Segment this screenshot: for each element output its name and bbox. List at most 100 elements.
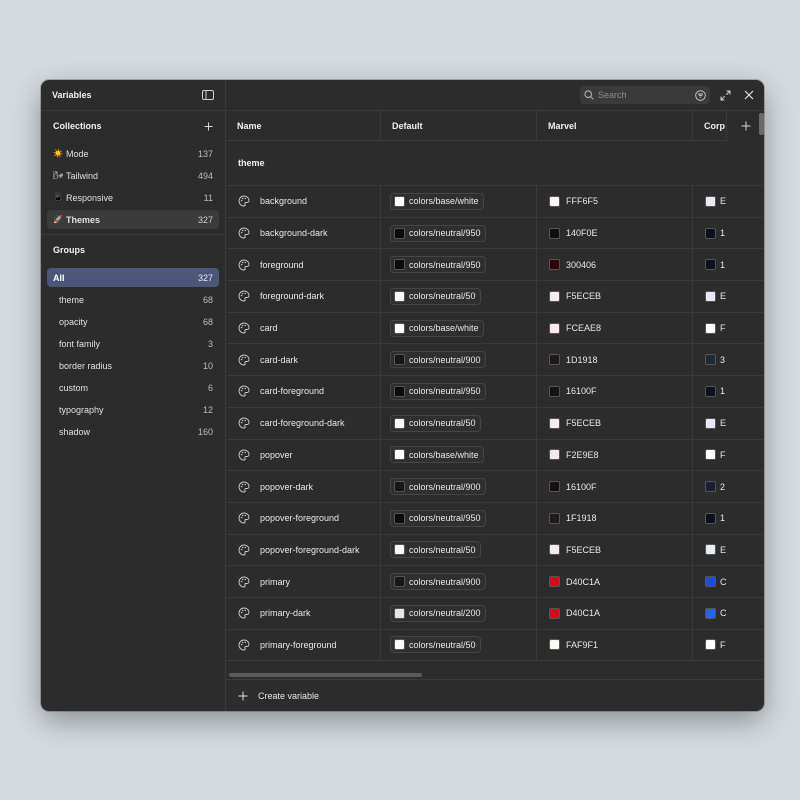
alias-pill[interactable]: colors/neutral/900 — [390, 478, 486, 496]
corp-value-cell[interactable]: F — [693, 440, 764, 471]
marvel-value-cell[interactable]: F2E9E8 — [537, 439, 693, 471]
variable-name-cell[interactable]: popover — [226, 439, 381, 471]
table-row[interactable]: primary-dark colors/neutral/200 D40C1A C — [226, 597, 764, 630]
corp-value-cell[interactable]: 1 — [693, 503, 764, 534]
variable-name-cell[interactable]: card — [226, 312, 381, 344]
corp-value-cell[interactable]: E — [693, 186, 764, 217]
horizontal-scrollbar[interactable] — [229, 673, 422, 677]
variable-name-cell[interactable]: background-dark — [226, 217, 381, 249]
table-row[interactable]: primary colors/neutral/900 D40C1A C — [226, 566, 764, 598]
alias-pill[interactable]: colors/neutral/900 — [390, 573, 486, 591]
expand-icon[interactable] — [716, 86, 734, 104]
default-value-cell[interactable]: colors/neutral/50 — [381, 407, 537, 439]
alias-pill[interactable]: colors/neutral/50 — [390, 414, 481, 432]
variable-name-cell[interactable]: card-foreground — [226, 376, 381, 407]
marvel-value-cell[interactable]: 300406 — [537, 249, 693, 281]
default-value-cell[interactable]: colors/neutral/900 — [381, 344, 537, 376]
column-header-name[interactable]: Name — [226, 111, 381, 140]
variable-name-cell[interactable]: primary-foreground — [226, 629, 381, 661]
group-item-border-radius[interactable]: border radius 10 — [47, 356, 219, 375]
marvel-value-cell[interactable]: 16100F — [537, 471, 693, 502]
alias-pill[interactable]: colors/base/white — [390, 446, 484, 464]
group-item-custom[interactable]: custom 6 — [47, 378, 219, 397]
corp-value-cell[interactable]: C — [693, 566, 764, 597]
alias-pill[interactable]: colors/base/white — [390, 319, 484, 337]
marvel-value-cell[interactable]: 140F0E — [537, 217, 693, 249]
corp-value-cell[interactable]: E — [693, 281, 764, 312]
default-value-cell[interactable]: colors/neutral/900 — [381, 566, 537, 597]
corp-value-cell[interactable]: E — [693, 408, 764, 439]
alias-pill[interactable]: colors/neutral/950 — [390, 224, 486, 242]
variable-name-cell[interactable]: primary — [226, 566, 381, 597]
corp-value-cell[interactable]: F — [693, 313, 764, 344]
marvel-value-cell[interactable]: D40C1A — [537, 597, 693, 629]
close-icon[interactable] — [740, 86, 758, 104]
corp-value-cell[interactable]: F — [693, 630, 764, 661]
default-value-cell[interactable]: colors/base/white — [381, 186, 537, 217]
marvel-value-cell[interactable]: FAF9F1 — [537, 629, 693, 661]
variable-name-cell[interactable]: popover-foreground-dark — [226, 534, 381, 566]
corp-value-cell[interactable]: 1 — [693, 376, 764, 407]
alias-pill[interactable]: colors/neutral/200 — [390, 604, 486, 622]
search-input[interactable]: Search — [580, 86, 710, 104]
table-row[interactable]: card-foreground colors/neutral/950 16100F 1 — [226, 376, 764, 408]
marvel-value-cell[interactable]: 1F1918 — [537, 502, 693, 534]
alias-pill[interactable]: colors/neutral/950 — [390, 509, 486, 527]
collection-item-mode[interactable]: ☀️ Mode 137 — [47, 144, 219, 163]
marvel-value-cell[interactable]: FCEAE8 — [537, 312, 693, 344]
marvel-value-cell[interactable]: D40C1A — [537, 566, 693, 597]
variable-name-cell[interactable]: popover-foreground — [226, 502, 381, 534]
table-row[interactable]: foreground-dark colors/neutral/50 F5ECEB E — [226, 281, 764, 313]
variable-name-cell[interactable]: card-dark — [226, 344, 381, 376]
group-item-all[interactable]: All 327 — [47, 268, 219, 287]
corp-value-cell[interactable]: E — [693, 535, 764, 566]
default-value-cell[interactable]: colors/neutral/950 — [381, 376, 537, 407]
default-value-cell[interactable]: colors/neutral/950 — [381, 502, 537, 534]
table-row[interactable]: card-dark colors/neutral/900 1D1918 3 — [226, 344, 764, 377]
marvel-value-cell[interactable]: F5ECEB — [537, 407, 693, 439]
column-header-default[interactable]: Default — [381, 111, 537, 140]
variable-name-cell[interactable]: primary-dark — [226, 597, 381, 629]
default-value-cell[interactable]: colors/neutral/950 — [381, 217, 537, 249]
alias-pill[interactable]: colors/neutral/950 — [390, 382, 486, 400]
default-value-cell[interactable]: colors/neutral/50 — [381, 629, 537, 661]
table-row[interactable]: primary-foreground colors/neutral/50 FAF9F… — [226, 629, 764, 662]
group-item-typography[interactable]: typography 12 — [47, 400, 219, 419]
collection-item-responsive[interactable]: 📱 Responsive 11 — [47, 188, 219, 207]
marvel-value-cell[interactable]: F5ECEB — [537, 281, 693, 312]
group-item-theme[interactable]: theme 68 — [47, 290, 219, 309]
filter-icon[interactable] — [695, 89, 706, 101]
default-value-cell[interactable]: colors/neutral/200 — [381, 597, 537, 629]
variable-name-cell[interactable]: foreground — [226, 249, 381, 281]
default-value-cell[interactable]: colors/neutral/50 — [381, 281, 537, 312]
corp-value-cell[interactable]: 2 — [693, 471, 764, 502]
alias-pill[interactable]: colors/neutral/50 — [390, 636, 481, 654]
corp-value-cell[interactable]: C — [693, 598, 764, 629]
alias-pill[interactable]: colors/base/white — [390, 192, 484, 210]
alias-pill[interactable]: colors/neutral/900 — [390, 351, 486, 369]
variable-name-cell[interactable]: foreground-dark — [226, 281, 381, 312]
create-variable-button[interactable]: Create variable — [226, 679, 764, 711]
table-row[interactable]: popover colors/base/white F2E9E8 F — [226, 439, 764, 472]
marvel-value-cell[interactable]: F5ECEB — [537, 534, 693, 566]
table-row[interactable]: card colors/base/white FCEAE8 F — [226, 312, 764, 345]
table-row[interactable]: popover-foreground colors/neutral/950 1F19… — [226, 502, 764, 535]
group-item-opacity[interactable]: opacity 68 — [47, 312, 219, 331]
variable-name-cell[interactable]: card-foreground-dark — [226, 407, 381, 439]
default-value-cell[interactable]: colors/neutral/50 — [381, 534, 537, 566]
column-header-marvel[interactable]: Marvel — [537, 111, 693, 140]
group-item-shadow[interactable]: shadow 160 — [47, 422, 219, 441]
marvel-value-cell[interactable]: FFF6F5 — [537, 186, 693, 217]
default-value-cell[interactable]: colors/neutral/950 — [381, 249, 537, 281]
marvel-value-cell[interactable]: 16100F — [537, 376, 693, 407]
default-value-cell[interactable]: colors/neutral/900 — [381, 471, 537, 502]
panel-icon[interactable] — [201, 88, 215, 102]
group-item-font-family[interactable]: font family 3 — [47, 334, 219, 353]
corp-value-cell[interactable]: 1 — [693, 249, 764, 280]
marvel-value-cell[interactable]: 1D1918 — [537, 344, 693, 376]
alias-pill[interactable]: colors/neutral/950 — [390, 256, 486, 274]
collection-item-themes[interactable]: 🚀 Themes 327 — [47, 210, 219, 229]
table-row[interactable]: background colors/base/white FFF6F5 E — [226, 186, 764, 218]
alias-pill[interactable]: colors/neutral/50 — [390, 541, 481, 559]
table-row[interactable]: foreground colors/neutral/950 300406 1 — [226, 249, 764, 282]
